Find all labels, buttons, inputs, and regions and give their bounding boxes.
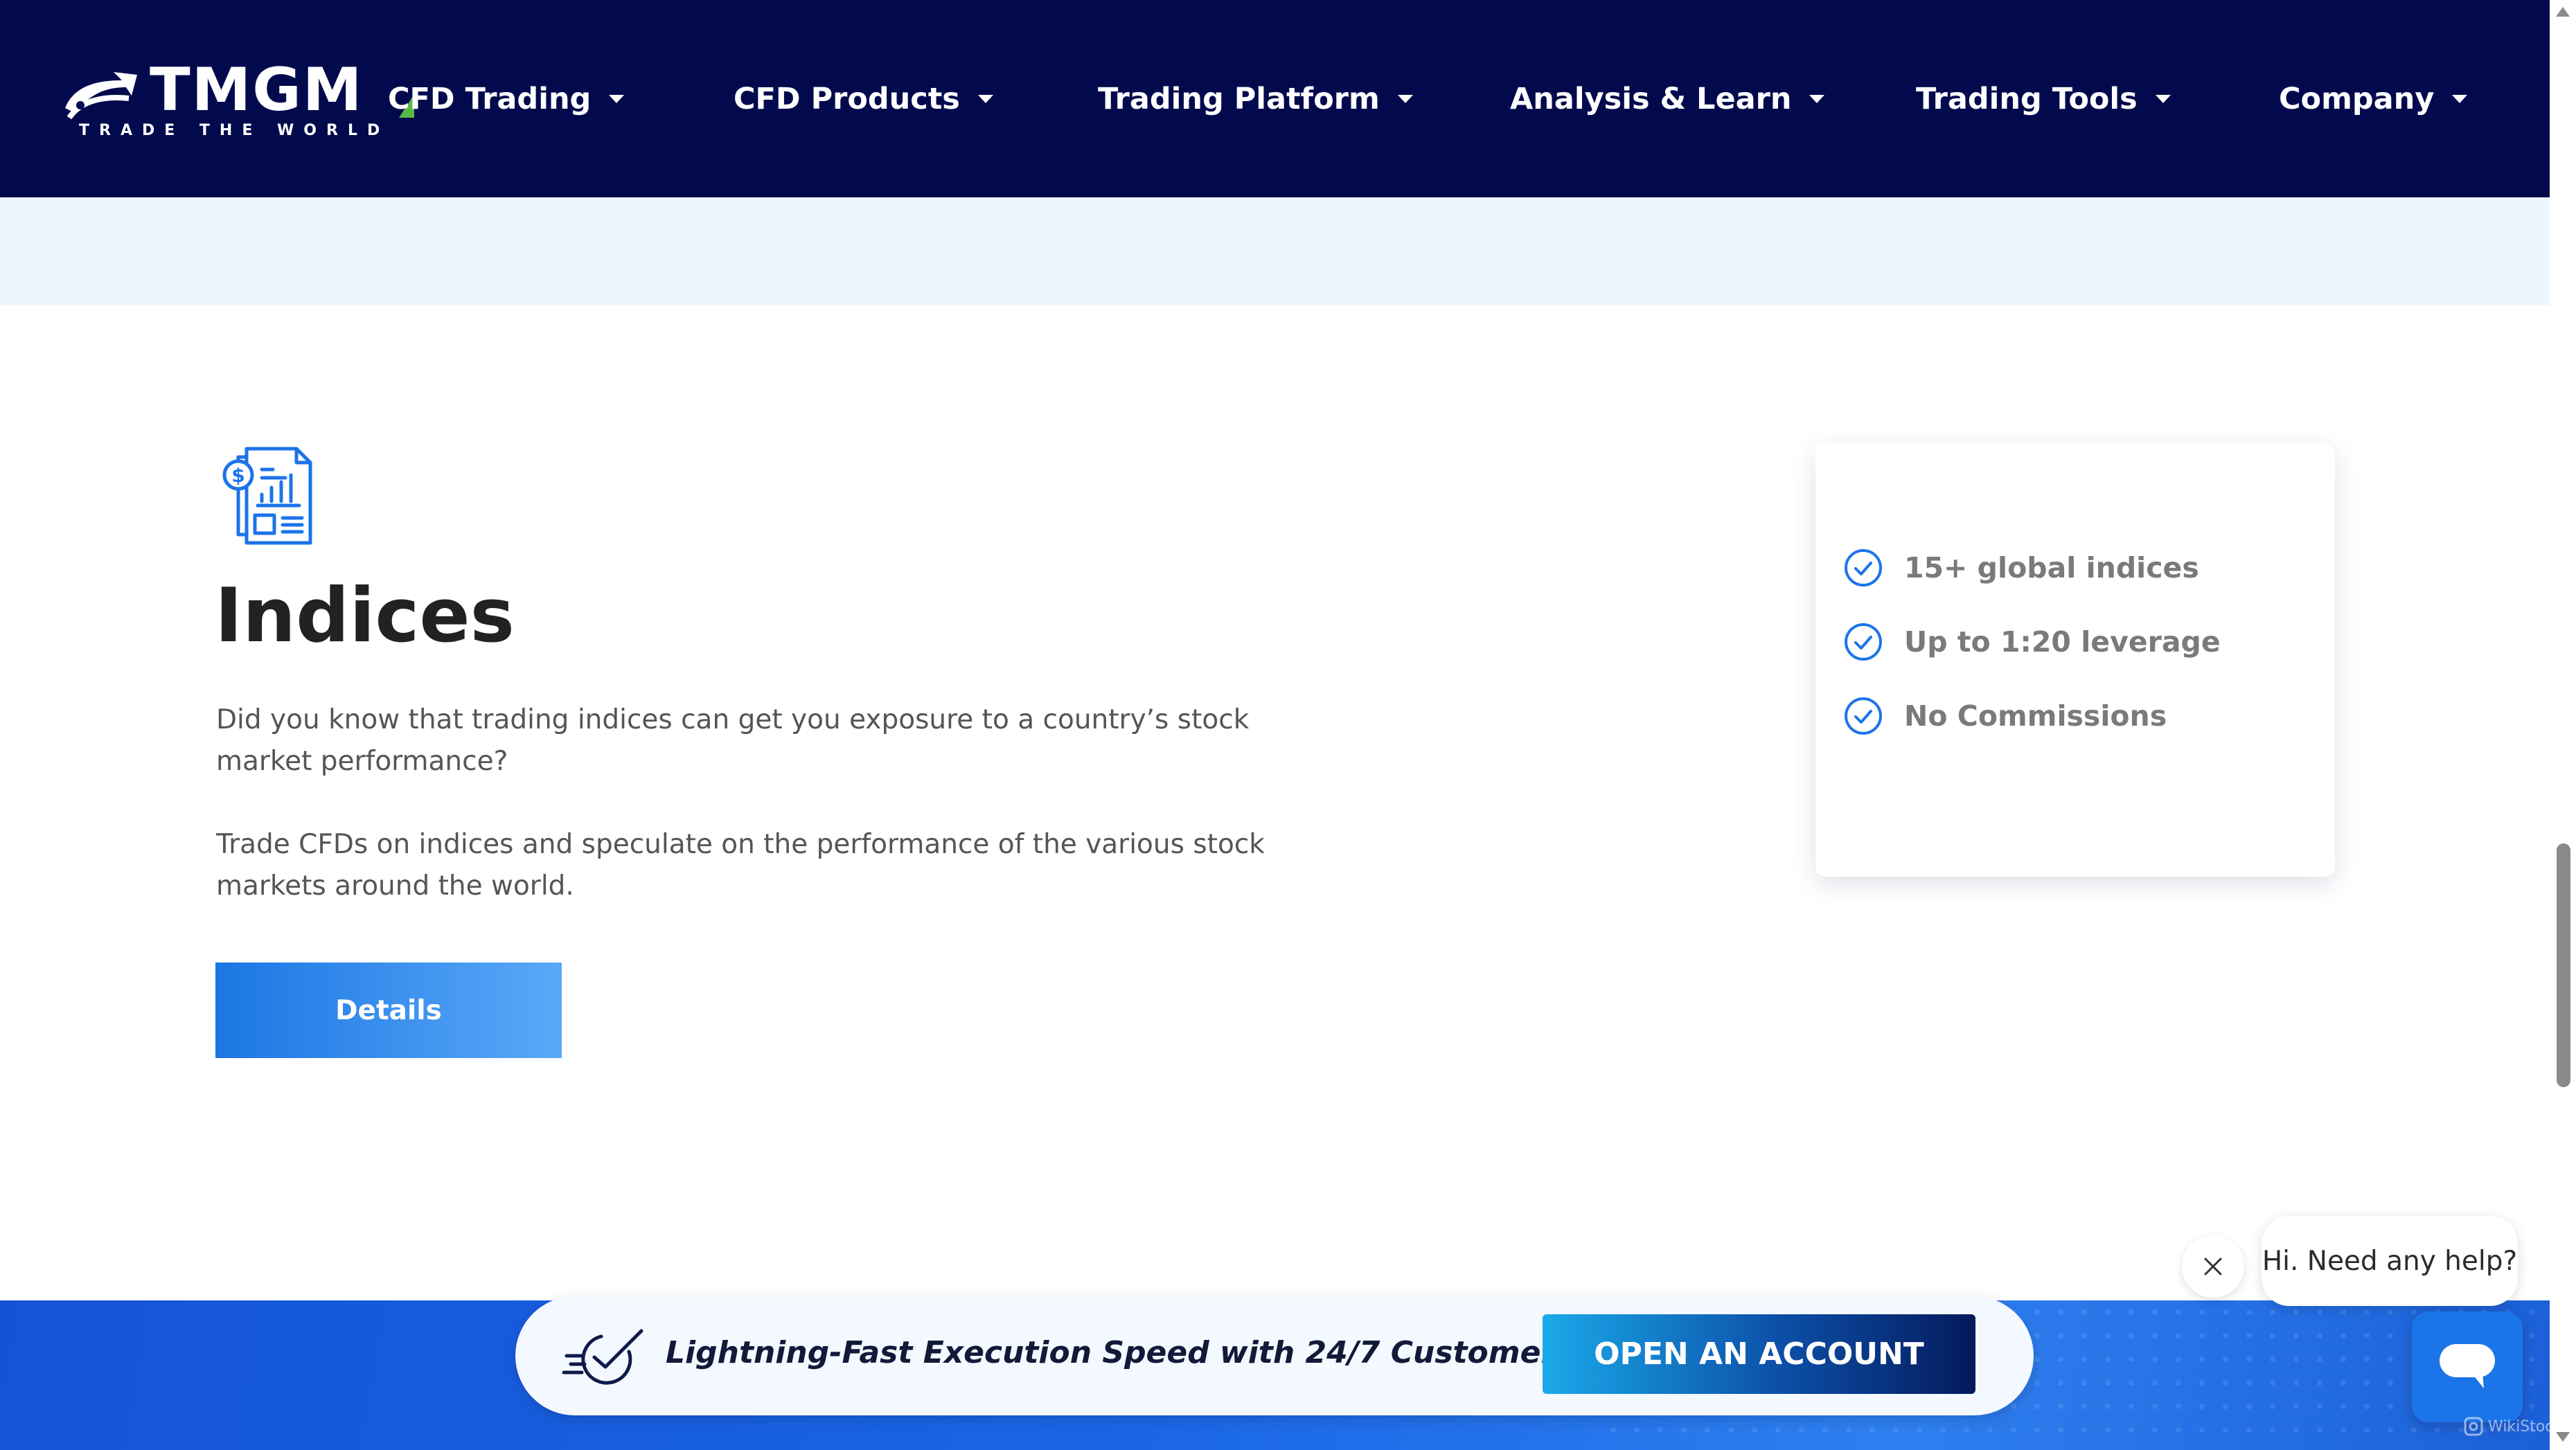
nav-trading-platform[interactable]: Trading Platform: [1098, 75, 1413, 123]
caret-down-icon: [1809, 95, 1825, 103]
fast-check-icon: [562, 1329, 643, 1385]
scrollbar-thumb[interactable]: [2557, 843, 2570, 1087]
nav-label: CFD Trading: [388, 82, 592, 116]
feature-label: Up to 1:20 leverage: [1904, 625, 2221, 659]
caret-down-icon: [1397, 95, 1413, 103]
nav-label: CFD Products: [734, 82, 960, 116]
chat-greeting-bubble[interactable]: Hi. Need any help?: [2262, 1216, 2518, 1306]
feature-item: No Commissions: [1843, 695, 2167, 737]
product-description-paragraph: Trade CFDs on indices and speculate on t…: [216, 829, 1265, 902]
product-title: Indices: [215, 573, 515, 659]
nav-label: Company: [2279, 82, 2435, 116]
product-intro-paragraph: Did you know that trading indices can ge…: [216, 704, 1250, 777]
svg-text:$: $: [231, 464, 245, 487]
watermark-logo-icon: [2464, 1417, 2483, 1436]
check-circle-icon: [1845, 697, 1882, 735]
details-button[interactable]: Details: [215, 963, 562, 1058]
nav-company[interactable]: Company: [2279, 75, 2468, 123]
chat-icon: [2440, 1344, 2495, 1388]
check-circle-icon: [1845, 623, 1882, 661]
scroll-down-arrow-icon[interactable]: [2556, 1432, 2570, 1442]
logo-tagline: TRADE THE WORLD: [79, 122, 390, 139]
feature-label: 15+ global indices: [1904, 551, 2199, 584]
nav-trading-tools[interactable]: Trading Tools: [1916, 75, 2171, 123]
nav-cfd-trading[interactable]: CFD Trading: [388, 75, 625, 123]
close-icon: [2204, 1257, 2222, 1276]
scroll-up-arrow-icon[interactable]: [2556, 7, 2570, 17]
nav-cfd-products[interactable]: CFD Products: [734, 75, 993, 123]
site-header: TMGM TRADE THE WORLD CFD Trading CFD Pro…: [0, 0, 2550, 197]
watermark-text: WikiStock: [2488, 1417, 2550, 1435]
tmgm-logo[interactable]: TMGM TRADE THE WORLD: [60, 55, 414, 142]
chat-launcher-button[interactable]: [2412, 1312, 2523, 1422]
nav-label: Analysis & Learn: [1510, 82, 1792, 116]
section-divider-band: [0, 197, 2550, 305]
bull-logo-icon: [65, 72, 137, 120]
nav-label: Trading Platform: [1098, 82, 1380, 116]
open-account-button[interactable]: OPEN AN ACCOUNT: [1543, 1314, 1975, 1394]
watermark: WikiStock: [2463, 1414, 2550, 1439]
feature-item: 15+ global indices: [1843, 547, 2199, 589]
feature-item: Up to 1:20 leverage: [1843, 621, 2221, 663]
chat-close-button[interactable]: [2182, 1235, 2244, 1298]
nav-label: Trading Tools: [1916, 82, 2138, 116]
feature-card: 15+ global indices Up to 1:20 leverage N…: [1815, 443, 2335, 877]
page-scrollbar[interactable]: [2550, 0, 2576, 1450]
caret-down-icon: [977, 95, 993, 103]
check-circle-icon: [1845, 549, 1882, 587]
feature-label: No Commissions: [1904, 699, 2167, 733]
caret-down-icon: [2452, 95, 2468, 103]
financial-report-icon: $: [222, 447, 312, 545]
logo-wordmark: TMGM: [150, 55, 364, 125]
caret-down-icon: [2155, 95, 2171, 103]
nav-analysis-learn[interactable]: Analysis & Learn: [1510, 75, 1825, 123]
caret-down-icon: [609, 95, 625, 103]
